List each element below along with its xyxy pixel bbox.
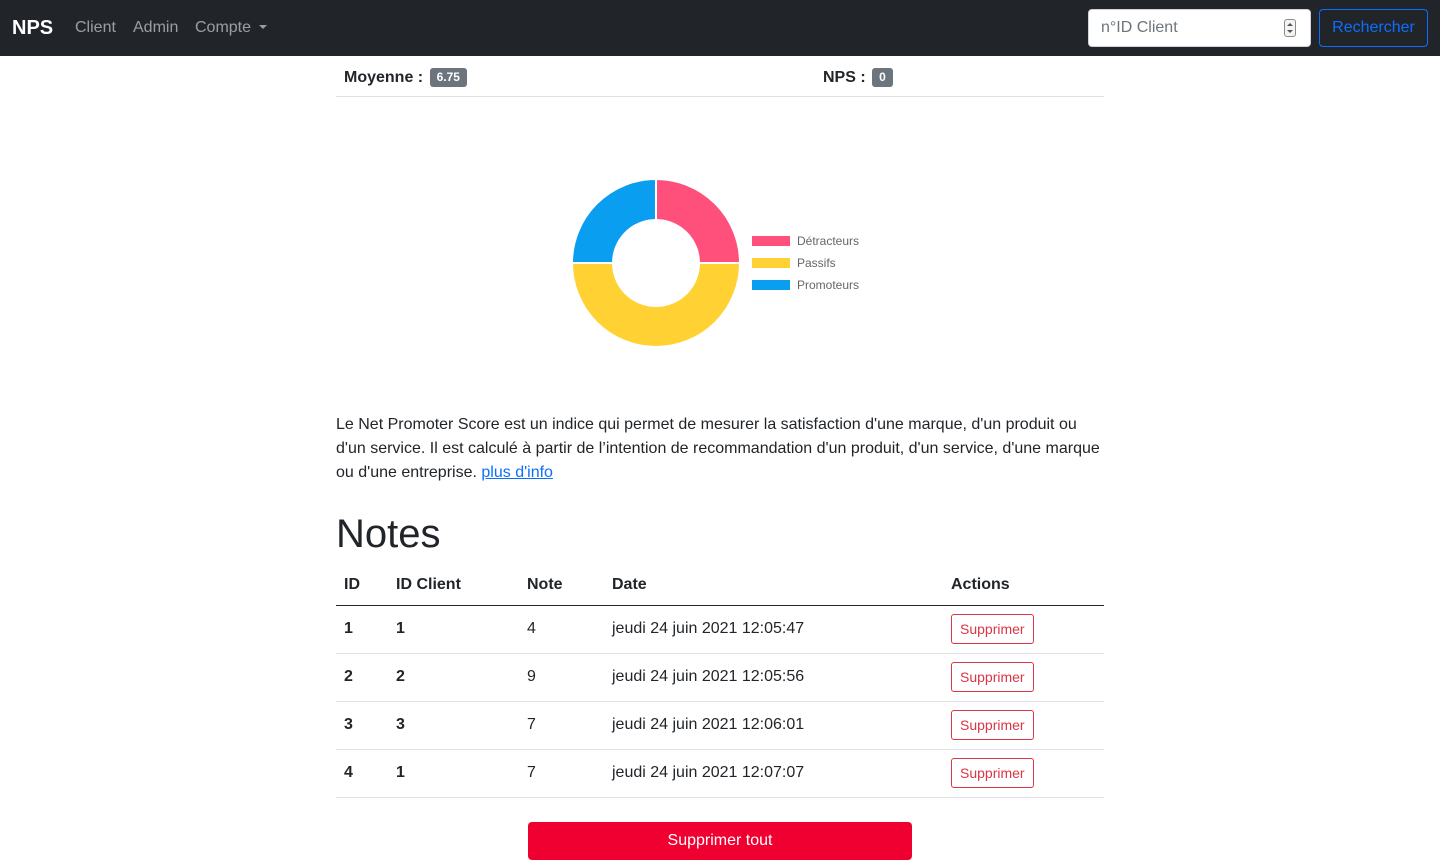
cell-client-id: 1	[388, 749, 519, 798]
legend-label[interactable]: Détracteurs	[797, 234, 859, 248]
client-id-search-input[interactable]	[1088, 9, 1311, 47]
legend-label[interactable]: Promoteurs	[797, 278, 859, 292]
nav-dropdown-compte[interactable]: Compte	[195, 17, 268, 39]
table-row: 4 1 7 jeudi 24 juin 2021 12:07:07 Suppri…	[336, 749, 1104, 798]
table-row: 3 3 7 jeudi 24 juin 2021 12:06:01 Suppri…	[336, 701, 1104, 750]
average-label: Moyenne :	[344, 69, 424, 86]
number-spinner-icon[interactable]	[1284, 19, 1296, 37]
description-text: Le Net Promoter Score est un indice qui …	[336, 416, 1100, 481]
legend-swatch[interactable]	[752, 258, 790, 268]
delete-all-button[interactable]: Supprimer tout	[528, 822, 912, 860]
cell-client-id: 3	[388, 701, 519, 750]
header-id: ID	[336, 566, 388, 606]
header-note: Note	[519, 566, 604, 606]
nps-description: Le Net Promoter Score est un indice qui …	[336, 413, 1104, 485]
cell-actions: Supprimer	[943, 701, 1104, 750]
cell-id: 1	[336, 605, 388, 654]
delete-button[interactable]: Supprimer	[951, 710, 1034, 740]
more-info-link[interactable]: plus d'info	[481, 464, 553, 481]
stats-row: Moyenne : 6.75 NPS : 0	[336, 56, 1104, 97]
cell-note: 7	[519, 701, 604, 750]
cell-note: 7	[519, 749, 604, 798]
chart-svg: Détracteurs Passifs Promoteurs	[570, 177, 859, 348]
legend-label[interactable]: Passifs	[797, 256, 836, 270]
cell-date: jeudi 24 juin 2021 12:06:01	[604, 701, 943, 750]
delete-button[interactable]: Supprimer	[951, 662, 1034, 692]
nps-doughnut-chart: Détracteurs Passifs Promoteurs	[540, 160, 920, 370]
nps-stat: NPS : 0	[823, 68, 893, 87]
average-badge: 6.75	[429, 68, 467, 87]
cell-date: jeudi 24 juin 2021 12:05:56	[604, 653, 943, 702]
legend-swatch[interactable]	[752, 236, 790, 246]
pie-slice-passifs[interactable]	[570, 262, 742, 348]
header-client-id: ID Client	[388, 566, 519, 606]
cell-note: 9	[519, 653, 604, 702]
pie-slice-promoteurs[interactable]	[570, 177, 657, 264]
header-actions: Actions	[943, 566, 1104, 606]
search-button[interactable]: Rechercher	[1319, 9, 1428, 47]
cell-date: jeudi 24 juin 2021 12:05:47	[604, 605, 943, 654]
notes-heading: Notes	[336, 512, 441, 556]
nav-link-admin[interactable]: Admin	[133, 17, 178, 39]
table-row: 1 1 4 jeudi 24 juin 2021 12:05:47 Suppri…	[336, 605, 1104, 654]
cell-client-id: 2	[388, 653, 519, 702]
cell-id: 2	[336, 653, 388, 702]
cell-actions: Supprimer	[943, 749, 1104, 798]
notes-table: ID ID Client Note Date Actions 1 1 4 jeu…	[336, 566, 1104, 798]
cell-id: 4	[336, 749, 388, 798]
nps-label: NPS :	[823, 69, 866, 86]
average-stat: Moyenne : 6.75	[344, 68, 467, 87]
nav-dropdown-label: Compte	[195, 19, 252, 36]
cell-id: 3	[336, 701, 388, 750]
header-date: Date	[604, 566, 943, 606]
table-row: 2 2 9 jeudi 24 juin 2021 12:05:56 Suppri…	[336, 653, 1104, 702]
caret-down-icon	[259, 25, 268, 29]
cell-client-id: 1	[388, 605, 519, 654]
nps-badge: 0	[872, 68, 893, 87]
brand-logo[interactable]: NPS	[12, 15, 53, 41]
cell-date: jeudi 24 juin 2021 12:07:07	[604, 749, 943, 798]
pie-slice-dtracteurs[interactable]	[655, 177, 742, 264]
cell-actions: Supprimer	[943, 605, 1104, 654]
cell-note: 4	[519, 605, 604, 654]
legend-swatch[interactable]	[752, 280, 790, 290]
delete-button[interactable]: Supprimer	[951, 758, 1034, 788]
table-header-row: ID ID Client Note Date Actions	[336, 566, 1104, 606]
cell-actions: Supprimer	[943, 653, 1104, 702]
delete-button[interactable]: Supprimer	[951, 614, 1034, 644]
navbar: NPS Client Admin Compte Rechercher	[0, 0, 1440, 56]
nav-link-client[interactable]: Client	[75, 17, 116, 39]
